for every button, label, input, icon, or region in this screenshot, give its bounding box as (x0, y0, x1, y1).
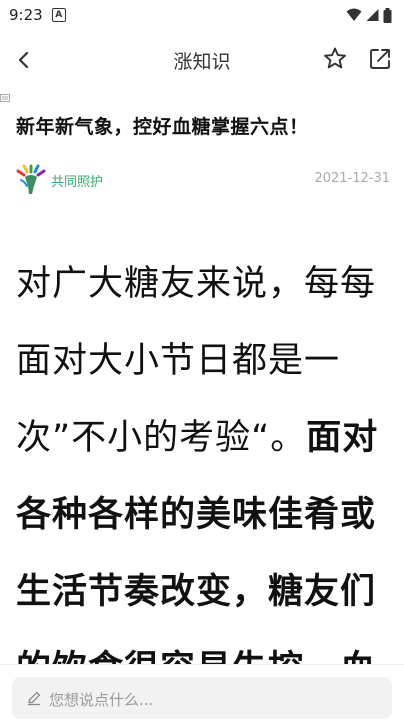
article-body: 对广大糖友来说，每每面对大小节日都是一次”不小的考验“。面对各种各样的美味佳肴或… (16, 246, 388, 664)
publish-date: 2021-12-31 (314, 171, 390, 186)
top-navigation-bar: 涨知识 (0, 36, 404, 84)
bottom-comment-bar: 您想说点什么... (0, 664, 404, 721)
signal-icon (366, 9, 379, 21)
share-icon (370, 49, 390, 69)
star-icon (324, 47, 346, 69)
article-title: 新年新气象，控好血糖掌握六点！ (16, 116, 309, 138)
author-row: 共同照护 2021-12-31 (16, 164, 390, 196)
author-logo-icon (16, 164, 46, 194)
image-placeholder-icon (0, 94, 10, 102)
comment-placeholder: 您想说点什么... (49, 691, 154, 709)
comment-input[interactable]: 您想说点什么... (12, 677, 392, 719)
status-left: 9:23 A (9, 6, 66, 24)
battery-icon (383, 7, 392, 23)
wifi-icon (346, 8, 362, 21)
author-name[interactable]: 共同照护 (51, 171, 103, 190)
status-time: 9:23 (9, 6, 43, 24)
share-button[interactable] (366, 45, 394, 73)
favorite-button[interactable] (321, 45, 349, 73)
pencil-icon (28, 691, 41, 706)
status-bar: 9:23 A (0, 0, 404, 30)
status-right (346, 7, 392, 23)
notification-app-icon: A (51, 8, 66, 22)
